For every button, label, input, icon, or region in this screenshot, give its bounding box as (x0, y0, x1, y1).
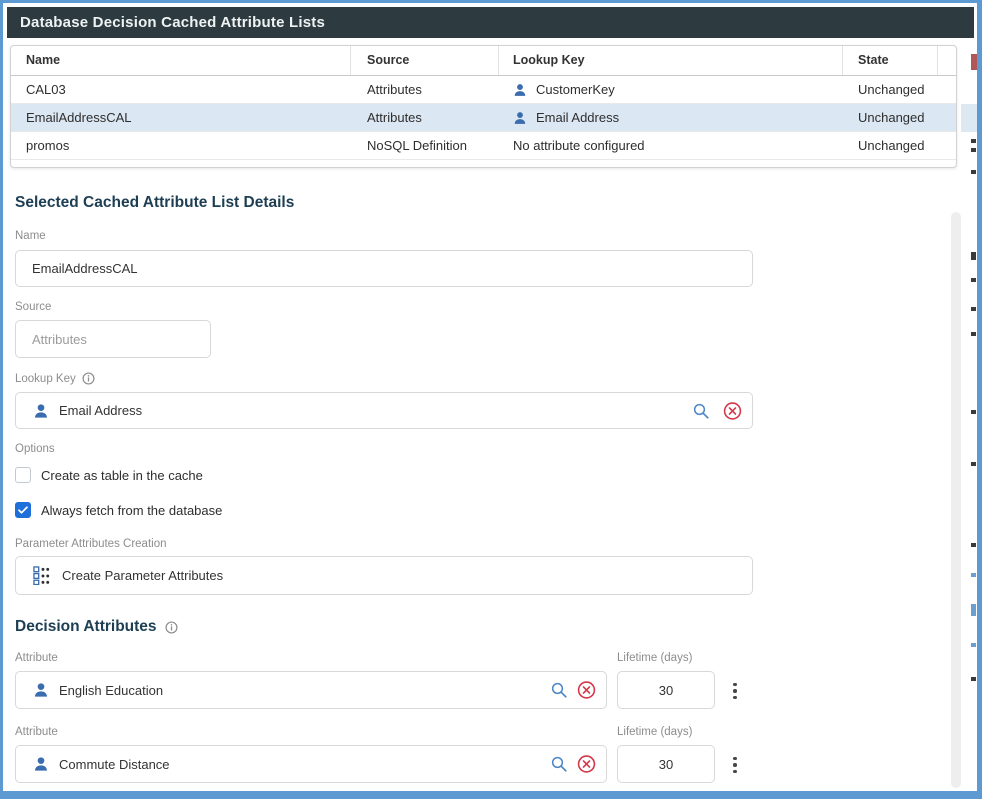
cell-state: Unchanged (843, 132, 938, 159)
cell-lookup-key: No attribute configured (499, 132, 843, 159)
vertical-scrollbar[interactable] (951, 212, 961, 788)
cell-name: EmailAddressCAL (11, 104, 351, 131)
cell-lookup-key: CustomerKey (499, 76, 843, 103)
clipped-content-artifact (971, 307, 976, 311)
cell-source: Attributes (351, 76, 499, 103)
clipped-content-artifact (971, 54, 977, 70)
lookup-key-picker[interactable]: Email Address (15, 392, 753, 429)
clipped-content-artifact (971, 139, 976, 143)
always-fetch-checkbox-row[interactable]: Always fetch from the database (15, 502, 222, 518)
lifetime-field-label: Lifetime (days) (617, 726, 692, 738)
lifetime-input[interactable]: 30 (617, 745, 715, 783)
details-section-heading: Selected Cached Attribute List Details (15, 194, 294, 212)
clipped-content-artifact (971, 170, 976, 174)
search-icon[interactable] (692, 402, 710, 420)
name-input[interactable]: EmailAddressCAL (15, 250, 753, 287)
create-as-table-checkbox-row[interactable]: Create as table in the cache (15, 467, 203, 483)
clipped-content-artifact (971, 252, 976, 260)
clipped-content-artifact (971, 604, 976, 616)
person-icon (513, 111, 527, 125)
clear-selection-icon[interactable] (723, 401, 742, 420)
lookup-key-text: Email Address (536, 104, 619, 131)
lifetime-value: 30 (659, 757, 673, 772)
cell-source: Attributes (351, 104, 499, 131)
lookup-key-text: CustomerKey (536, 76, 615, 103)
source-input[interactable]: Attributes (15, 320, 211, 358)
cell-name: promos (11, 132, 351, 159)
clipped-content-artifact (961, 104, 977, 132)
parameter-attributes-creation-label: Parameter Attributes Creation (15, 538, 167, 550)
clipped-content-artifact (971, 148, 976, 152)
app-window: Database Decision Cached Attribute Lists… (0, 0, 982, 799)
cell-lookup-key: Email Address (499, 104, 843, 131)
checkbox-label: Create as table in the cache (41, 468, 203, 483)
table-header-row: Name Source Lookup Key State (11, 46, 956, 76)
table-row-selected[interactable]: EmailAddressCAL Attributes Email Address… (11, 104, 956, 132)
table-row[interactable]: promos NoSQL Definition No attribute con… (11, 132, 956, 160)
search-icon[interactable] (550, 681, 568, 699)
create-parameter-attributes-button[interactable]: Create Parameter Attributes (15, 556, 753, 595)
lifetime-field-label: Lifetime (days) (617, 652, 692, 664)
info-icon[interactable] (82, 372, 95, 385)
clear-selection-icon[interactable] (577, 755, 596, 774)
cached-attribute-lists-table: Name Source Lookup Key State CAL03 Attri… (10, 45, 957, 168)
lifetime-value: 30 (659, 683, 673, 698)
row-menu-kebab-icon[interactable] (727, 753, 743, 777)
search-icon[interactable] (550, 755, 568, 773)
clipped-content-artifact (971, 643, 976, 647)
parameter-attributes-icon (33, 566, 52, 585)
lookup-key-label-text: Lookup Key (15, 373, 76, 385)
attribute-field-label: Attribute (15, 726, 58, 738)
person-icon (33, 682, 49, 698)
cell-source: NoSQL Definition (351, 132, 499, 159)
clipped-content-artifact (971, 278, 976, 282)
clipped-content-artifact (971, 332, 976, 336)
clear-selection-icon[interactable] (577, 681, 596, 700)
person-icon (33, 403, 49, 419)
lifetime-input[interactable]: 30 (617, 671, 715, 709)
clipped-content-artifact (971, 543, 976, 547)
decision-attribute-picker[interactable]: Commute Distance (15, 745, 607, 783)
checkbox-label: Always fetch from the database (41, 503, 222, 518)
lookup-key-value: Email Address (59, 403, 142, 418)
create-parameter-attributes-label: Create Parameter Attributes (62, 568, 223, 583)
source-input-value: Attributes (16, 332, 87, 347)
attribute-value: Commute Distance (59, 757, 170, 772)
info-icon[interactable] (165, 621, 178, 634)
cell-state: Unchanged (843, 76, 938, 103)
cell-state: Unchanged (843, 104, 938, 131)
decision-attributes-heading-text: Decision Attributes (15, 618, 157, 636)
decision-attributes-heading: Decision Attributes (15, 618, 178, 636)
attribute-value: English Education (59, 683, 163, 698)
column-header-name[interactable]: Name (11, 46, 351, 75)
lookup-key-placeholder-text: No attribute configured (513, 132, 645, 159)
person-icon (33, 756, 49, 772)
person-icon (513, 83, 527, 97)
lookup-key-field-label: Lookup Key (15, 372, 95, 385)
name-field-label: Name (15, 230, 46, 242)
page-title: Database Decision Cached Attribute Lists (7, 7, 974, 38)
clipped-content-artifact (971, 677, 976, 681)
checkbox-unchecked[interactable] (15, 467, 31, 483)
options-label: Options (15, 443, 55, 455)
clipped-content-artifact (971, 462, 976, 466)
column-header-state[interactable]: State (843, 46, 938, 75)
table-row[interactable]: CAL03 Attributes CustomerKey Unchanged (11, 76, 956, 104)
column-header-lookup-key[interactable]: Lookup Key (499, 46, 843, 75)
decision-attribute-picker[interactable]: English Education (15, 671, 607, 709)
source-field-label: Source (15, 301, 51, 313)
column-header-source[interactable]: Source (351, 46, 499, 75)
clipped-content-artifact (971, 410, 976, 414)
column-header-spacer (938, 46, 956, 75)
cell-name: CAL03 (11, 76, 351, 103)
name-input-value: EmailAddressCAL (16, 261, 138, 276)
clipped-content-artifact (971, 573, 976, 577)
checkbox-checked[interactable] (15, 502, 31, 518)
row-menu-kebab-icon[interactable] (727, 679, 743, 703)
attribute-field-label: Attribute (15, 652, 58, 664)
